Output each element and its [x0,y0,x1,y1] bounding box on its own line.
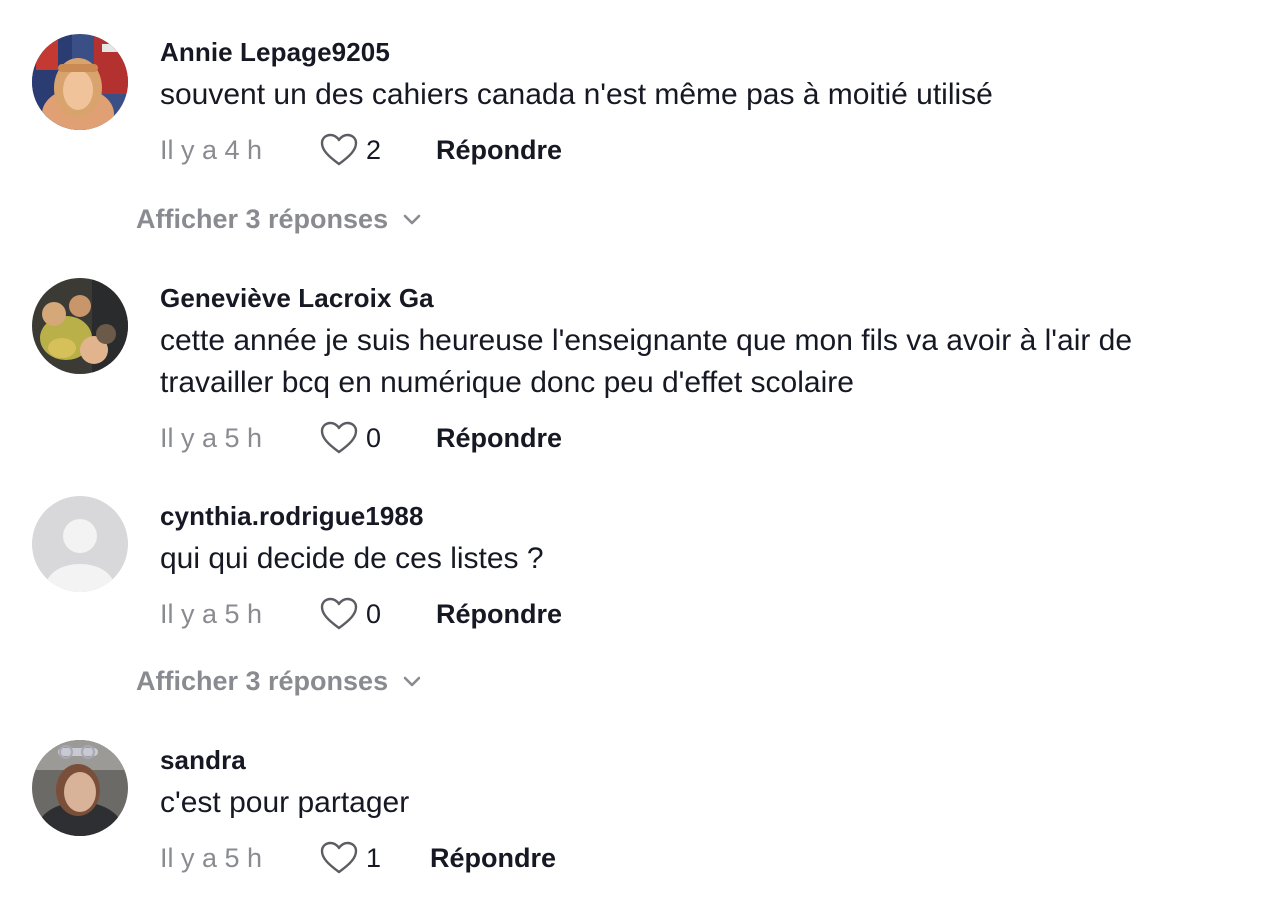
comment-username[interactable]: cynthia.rodrigue1988 [160,500,1250,532]
reply-button[interactable]: Répondre [430,843,556,874]
like-count: 0 [366,422,382,453]
avatar-photo [32,278,128,374]
comment-body: cynthia.rodrigue1988 qui qui decide de c… [160,500,1250,634]
like-button[interactable]: 2 [320,133,406,167]
avatar-photo [32,740,128,836]
view-replies-button[interactable]: Afficher 3 réponses [136,666,422,697]
comment-meta: Il y a 5 h 0 Répondre [160,418,1250,458]
heart-outline-icon [320,841,358,874]
reply-button[interactable]: Répondre [436,135,562,166]
like-count: 1 [366,842,382,873]
comment-body: Annie Lepage9205 souvent un des cahiers … [160,36,1250,170]
comment-timestamp: Il y a 5 h [160,422,263,453]
comment-username[interactable]: sandra [160,744,1250,776]
comment-username[interactable]: Annie Lepage9205 [160,36,1250,68]
like-count: 2 [366,134,382,165]
comment-text: souvent un des cahiers canada n'est même… [160,78,993,111]
comment-meta: Il y a 5 h 1 Répondre [160,838,1250,878]
comment-body: Geneviève Lacroix Ga cette année je suis… [160,282,1250,458]
comment-username[interactable]: Geneviève Lacroix Ga [160,282,1250,314]
comment-text: c'est pour partager [160,786,410,819]
avatar[interactable] [32,496,128,592]
like-button[interactable]: 1 [320,841,406,875]
comment-text: cette année je suis heureuse l'enseignan… [160,324,1133,399]
like-button[interactable]: 0 [320,597,406,631]
chevron-down-icon [403,676,421,686]
heart-outline-icon [320,133,358,166]
reply-button[interactable]: Répondre [436,599,562,630]
view-replies-label: Afficher 3 réponses [136,666,389,696]
like-count: 0 [366,598,382,629]
heart-outline-icon [320,597,358,630]
comment-body: sandra c'est pour partager Il y a 5 h 1 … [160,744,1250,878]
comment-timestamp: Il y a 5 h [160,598,263,629]
comment-meta: Il y a 5 h 0 Répondre [160,594,1250,634]
chevron-down-icon [403,214,421,224]
default-avatar-icon [32,496,128,592]
comment-meta: Il y a 4 h 2 Répondre [160,130,1250,170]
view-replies-label: Afficher 3 réponses [136,204,389,234]
comment-timestamp: Il y a 5 h [160,842,263,873]
like-button[interactable]: 0 [320,421,406,455]
comment-timestamp: Il y a 4 h [160,134,263,165]
avatar[interactable] [32,740,128,836]
avatar[interactable] [32,34,128,130]
heart-outline-icon [320,421,358,454]
view-replies-button[interactable]: Afficher 3 réponses [136,204,422,235]
comment-text: qui qui decide de ces listes ? [160,542,544,575]
avatar[interactable] [32,278,128,374]
reply-button[interactable]: Répondre [436,423,562,454]
avatar-photo [32,34,128,130]
